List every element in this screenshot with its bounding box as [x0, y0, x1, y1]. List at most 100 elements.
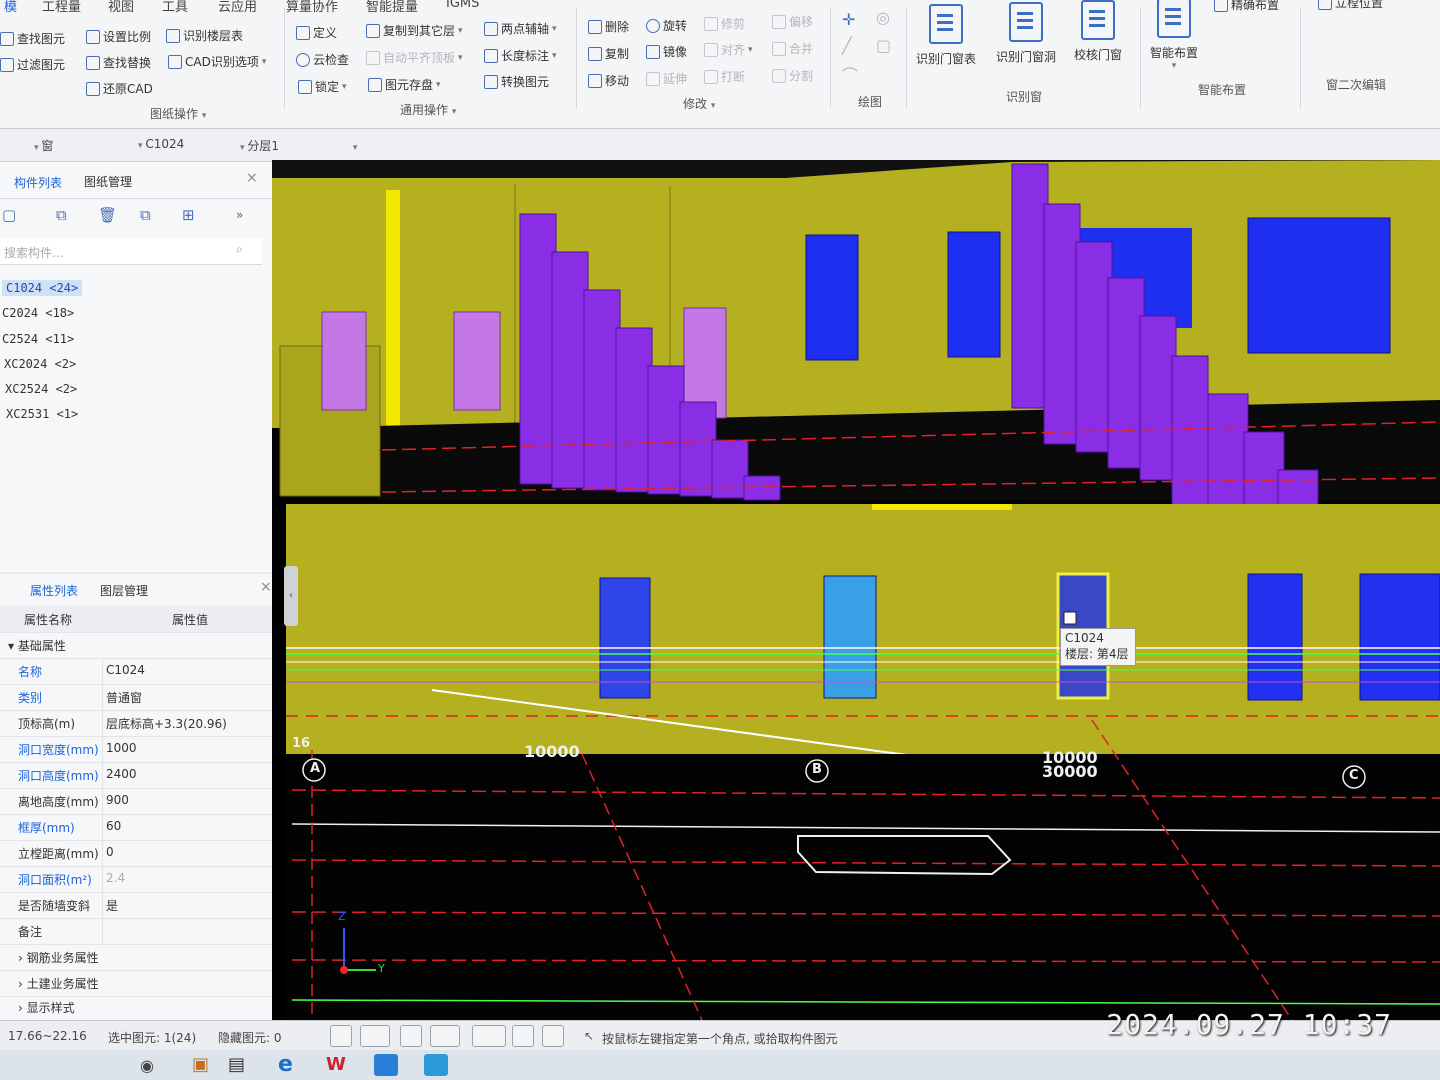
tab-collab[interactable]: 算量协作	[286, 0, 338, 15]
snap-toggle[interactable]	[360, 1025, 390, 1047]
list-item[interactable]: C2024 <18>	[2, 306, 74, 320]
new-component-icon[interactable]: ▢	[2, 206, 16, 224]
glodon-app-icon[interactable]	[424, 1054, 448, 1076]
section-display[interactable]: › 显示样式	[0, 994, 282, 1020]
two-point-axis-button[interactable]: 两点辅轴 ▾	[484, 20, 557, 37]
tab-drawing-manage[interactable]: 图纸管理	[84, 173, 132, 190]
align-button[interactable]: 对齐 ▾	[704, 41, 753, 58]
window-lower[interactable]	[1359, 573, 1440, 701]
split-button[interactable]: 分割	[772, 67, 813, 84]
tab-quantity[interactable]: 工程量	[42, 0, 81, 15]
browser-icon[interactable]: e	[278, 1052, 293, 1077]
extend-button[interactable]: 延伸	[646, 70, 687, 87]
window-lower[interactable]	[1247, 573, 1303, 701]
window-pink[interactable]	[453, 311, 501, 411]
table-row[interactable]: 框厚(mm) 60	[0, 814, 282, 841]
delete-component-icon[interactable]: 🗑	[98, 206, 117, 224]
mirror-button[interactable]: 镜像	[646, 43, 687, 60]
arc-draw-icon[interactable]: ⌒	[842, 62, 858, 86]
restore-cad-button[interactable]: 还原CAD	[86, 80, 153, 97]
selection-handle-icon[interactable]	[1063, 611, 1077, 625]
table-row[interactable]: 是否随墙变斜是	[0, 892, 282, 919]
precise-layout-button[interactable]: 精确布置	[1214, 0, 1279, 13]
table-row[interactable]: 备注	[0, 918, 282, 945]
list-item[interactable]: XC2024 <2>	[4, 357, 76, 371]
window-pink[interactable]	[321, 311, 367, 411]
search-input[interactable]: 搜索构件...	[4, 244, 63, 261]
folder-icon[interactable]: ▣	[192, 1054, 209, 1075]
close-icon[interactable]: ×	[260, 579, 272, 595]
tab-tools[interactable]: 工具	[162, 0, 188, 15]
copy-button[interactable]: 复制	[588, 45, 629, 62]
copy-to-floor-button[interactable]: 复制到其它层 ▾	[366, 22, 463, 39]
window-upper[interactable]	[947, 231, 1001, 358]
table-row[interactable]: 离地高度(mm) 900	[0, 788, 282, 815]
trim-button[interactable]: 修剪	[704, 15, 745, 32]
line-draw-icon[interactable]: ╱	[842, 36, 852, 55]
rotate-button[interactable]: 旋转	[646, 17, 687, 34]
move-button[interactable]: 移动	[588, 72, 629, 89]
import-icon[interactable]: ⊞	[182, 206, 195, 224]
angle-toggle[interactable]	[430, 1025, 460, 1047]
tab-view[interactable]: 视图	[108, 0, 134, 15]
set-scale-button[interactable]: 设置比例	[86, 28, 151, 45]
tab-igms[interactable]: IGMS	[446, 0, 479, 11]
list-item[interactable]: XC2531 <1>	[6, 407, 78, 421]
tab-modeling[interactable]: 模	[4, 0, 17, 15]
window-lower[interactable]	[823, 575, 877, 699]
window-upper[interactable]	[805, 234, 859, 361]
tab-cloud[interactable]: 云应用	[218, 0, 257, 15]
model-canvas[interactable]	[272, 160, 1440, 1020]
identify-floor-table-button[interactable]: 识别楼层表	[166, 27, 243, 44]
find-element-button[interactable]: 查找图元	[0, 30, 65, 47]
list-item[interactable]: XC2524 <2>	[5, 382, 77, 396]
app-icon[interactable]: ▤	[228, 1054, 245, 1075]
break-button[interactable]: 打断	[704, 68, 745, 85]
tab-layer-manage[interactable]: 图层管理	[100, 582, 148, 599]
dynamic-input-toggle[interactable]	[512, 1025, 534, 1047]
track-toggle[interactable]	[472, 1025, 506, 1047]
ortho-toggle[interactable]	[330, 1025, 352, 1047]
check-window-button[interactable]: 校核门窗	[1074, 0, 1122, 63]
section-basic[interactable]: ▾ 基础属性	[0, 632, 282, 659]
table-row[interactable]: 类别 普通窗	[0, 684, 282, 711]
wps-icon[interactable]: W	[326, 1054, 346, 1075]
drawing-viewport[interactable]: A B C 16 10000 10000 30000 Z Y C1024 楼层:…	[272, 160, 1440, 1020]
smart-layout-button[interactable]: 智能布置 ▾	[1150, 0, 1198, 71]
tab-property-list[interactable]: 属性列表	[30, 582, 78, 599]
camera-icon[interactable]: ◉	[140, 1056, 154, 1075]
search-box[interactable]: 搜索构件... ⌕	[0, 238, 262, 265]
panel-collapse-handle[interactable]: ‹	[284, 566, 298, 626]
table-row[interactable]: 洞口面积(m²) 2.4	[0, 866, 282, 893]
table-row[interactable]: 顶标高(m) 层底标高+3.3(20.96)	[0, 710, 282, 737]
identify-window-table-button[interactable]: 识别门窗表	[916, 4, 976, 67]
lock-button[interactable]: 锁定 ▾	[298, 78, 347, 95]
copy-component-icon[interactable]: ⧉	[56, 206, 67, 224]
filter-element-button[interactable]: 过滤图元	[0, 56, 65, 73]
cad-options-button[interactable]: CAD识别选项 ▾	[168, 53, 266, 70]
window-upper[interactable]	[1247, 217, 1391, 354]
point-draw-icon[interactable]: ✛	[842, 10, 855, 29]
list-item[interactable]: C2524 <11>	[2, 332, 74, 346]
find-replace-button[interactable]: 查找替换	[86, 54, 151, 71]
grid-toggle[interactable]	[400, 1025, 422, 1047]
save-element-button[interactable]: 图元存盘 ▾	[368, 76, 441, 93]
auto-align-slab-button[interactable]: 自动平齐顶板 ▾	[366, 49, 463, 66]
window-lower[interactable]	[599, 577, 651, 699]
frame-position-button[interactable]: 立樘位置	[1318, 0, 1383, 11]
table-row[interactable]: 立樘距离(mm) 0	[0, 840, 282, 867]
convert-element-button[interactable]: 转换图元	[484, 73, 549, 90]
merge-button[interactable]: 合并	[772, 40, 813, 57]
circle-draw-icon[interactable]: ◎	[876, 8, 890, 27]
polar-toggle[interactable]	[542, 1025, 564, 1047]
list-item[interactable]: C1024 <24>	[2, 280, 83, 296]
table-row[interactable]: 洞口高度(mm) 2400	[0, 762, 282, 789]
rect-draw-icon[interactable]: ▢	[876, 36, 891, 55]
cad-app-icon[interactable]	[374, 1054, 398, 1076]
identify-window-opening-button[interactable]: 识别门窗洞	[996, 2, 1056, 65]
section-civil[interactable]: › 土建业务属性	[0, 970, 282, 997]
more-icon[interactable]: »	[236, 208, 243, 222]
length-dim-button[interactable]: 长度标注 ▾	[484, 47, 557, 64]
tab-component-list[interactable]: 构件列表	[14, 174, 62, 191]
table-row[interactable]: 名称 C1024	[0, 658, 282, 685]
